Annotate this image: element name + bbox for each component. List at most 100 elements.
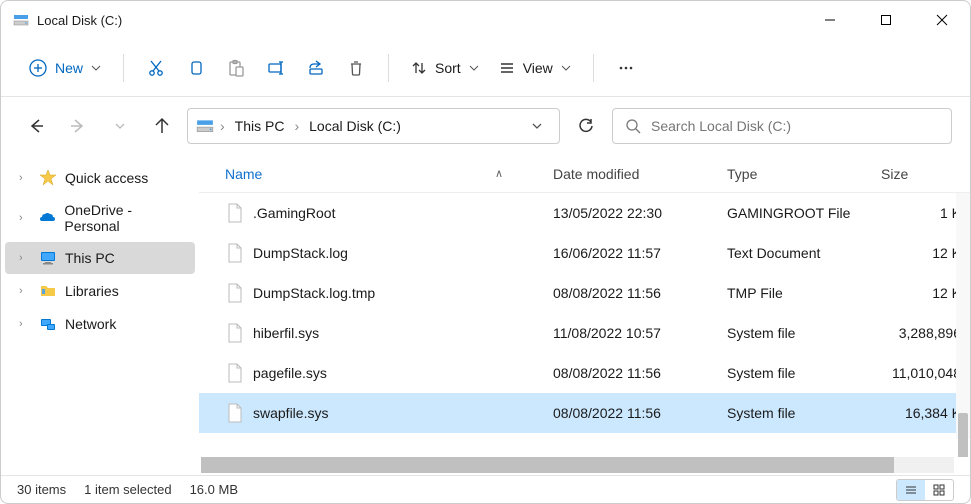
column-date[interactable]: Date modified: [553, 166, 727, 182]
file-icon: [225, 203, 245, 223]
paste-button[interactable]: [216, 50, 256, 86]
nav-icon: [39, 315, 57, 333]
breadcrumb-item[interactable]: This PC: [231, 116, 289, 136]
vertical-scrollbar[interactable]: [956, 193, 970, 439]
sort-asc-icon: ∧: [495, 167, 503, 180]
file-size: 16,384 K: [881, 405, 967, 421]
nav-item-network[interactable]: › Network: [5, 308, 195, 340]
file-row[interactable]: hiberfil.sys11/08/2022 10:57System file3…: [199, 313, 970, 353]
maximize-button[interactable]: [858, 1, 914, 39]
search-icon: [625, 118, 641, 134]
file-type: TMP File: [727, 285, 881, 301]
copy-button[interactable]: [176, 50, 216, 86]
file-row[interactable]: .GamingRoot13/05/2022 22:30GAMINGROOT Fi…: [199, 193, 970, 233]
nav-item-quick-access[interactable]: › Quick access: [5, 162, 195, 194]
file-type: System file: [727, 325, 881, 341]
file-icon: [225, 323, 245, 343]
scrollbar-thumb[interactable]: [201, 457, 894, 473]
file-type: Text Document: [727, 245, 881, 261]
rename-button[interactable]: [256, 50, 296, 86]
file-row[interactable]: DumpStack.log16/06/2022 11:57Text Docume…: [199, 233, 970, 273]
recent-button[interactable]: [103, 109, 137, 143]
window-title: Local Disk (C:): [37, 13, 802, 28]
file-icon: [225, 403, 245, 423]
chevron-right-icon: ›: [19, 285, 31, 297]
search-box[interactable]: [612, 108, 952, 144]
file-rows: .GamingRoot13/05/2022 22:30GAMINGROOT Fi…: [199, 193, 970, 457]
nav-icon: [38, 209, 56, 227]
navigation-pane: ›Quick access›OneDrive - Personal›This P…: [1, 155, 199, 475]
nav-label: Libraries: [65, 283, 119, 299]
details-view-button[interactable]: [897, 480, 925, 500]
file-type: GAMINGROOT File: [727, 205, 881, 221]
chevron-right-icon: ›: [220, 118, 225, 134]
sort-icon: [411, 60, 427, 76]
delete-button[interactable]: [336, 50, 376, 86]
view-label: View: [523, 60, 553, 76]
status-bar: 30 items 1 item selected 16.0 MB: [1, 475, 970, 503]
file-name: pagefile.sys: [253, 365, 553, 381]
sort-label: Sort: [435, 60, 461, 76]
thumbnails-view-button[interactable]: [925, 480, 953, 500]
file-date: 11/08/2022 10:57: [553, 325, 727, 341]
file-list: Name∧ Date modified Type Size .GamingRoo…: [199, 155, 970, 475]
view-button[interactable]: View: [489, 54, 581, 82]
file-row[interactable]: DumpStack.log.tmp08/08/2022 11:56TMP Fil…: [199, 273, 970, 313]
up-button[interactable]: [145, 109, 179, 143]
file-size: 12 K: [881, 285, 967, 301]
column-size[interactable]: Size: [881, 166, 947, 182]
chevron-right-icon: ›: [19, 172, 31, 184]
more-button[interactable]: [606, 50, 646, 86]
address-row: › This PC › Local Disk (C:): [1, 97, 970, 155]
minimize-button[interactable]: [802, 1, 858, 39]
nav-item-libraries[interactable]: › Libraries: [5, 275, 195, 307]
chevron-down-icon: [561, 63, 571, 73]
file-date: 16/06/2022 11:57: [553, 245, 727, 261]
chevron-down-icon: [91, 63, 101, 73]
chevron-right-icon: ›: [19, 252, 31, 264]
back-button[interactable]: [19, 109, 53, 143]
separator: [388, 54, 389, 82]
file-date: 08/08/2022 11:56: [553, 405, 727, 421]
file-icon: [225, 243, 245, 263]
separator: [593, 54, 594, 82]
forward-button[interactable]: [61, 109, 95, 143]
column-type[interactable]: Type: [727, 166, 881, 182]
file-row[interactable]: swapfile.sys08/08/2022 11:56System file1…: [199, 393, 970, 433]
scrollbar-thumb[interactable]: [958, 413, 968, 457]
nav-item-onedrive-personal[interactable]: ›OneDrive - Personal: [5, 195, 195, 241]
file-icon: [225, 363, 245, 383]
nav-label: Quick access: [65, 170, 148, 186]
file-name: DumpStack.log: [253, 245, 553, 261]
file-icon: [225, 283, 245, 303]
file-row[interactable]: pagefile.sys08/08/2022 11:56System file1…: [199, 353, 970, 393]
plus-circle-icon: [29, 59, 47, 77]
address-dropdown[interactable]: [523, 120, 551, 132]
file-size: 1 K: [881, 205, 967, 221]
drive-icon: [13, 12, 29, 28]
nav-icon: [39, 169, 57, 187]
horizontal-scrollbar[interactable]: [201, 457, 954, 473]
breadcrumb-item[interactable]: Local Disk (C:): [305, 116, 405, 136]
main: ›Quick access›OneDrive - Personal›This P…: [1, 155, 970, 475]
file-size: 12 K: [881, 245, 967, 261]
new-label: New: [55, 60, 83, 76]
file-name: .GamingRoot: [253, 205, 553, 221]
sort-button[interactable]: Sort: [401, 54, 489, 82]
chevron-right-icon: ›: [19, 318, 31, 330]
share-button[interactable]: [296, 50, 336, 86]
address-bar[interactable]: › This PC › Local Disk (C:): [187, 108, 560, 144]
chevron-down-icon: [469, 63, 479, 73]
nav-label: Network: [65, 316, 116, 332]
new-button[interactable]: New: [19, 53, 111, 83]
column-name[interactable]: Name∧: [225, 166, 553, 182]
search-input[interactable]: [651, 118, 939, 134]
view-icon: [499, 60, 515, 76]
chevron-right-icon: ›: [294, 118, 299, 134]
file-type: System file: [727, 405, 881, 421]
nav-label: OneDrive - Personal: [64, 202, 185, 234]
nav-item-this-pc[interactable]: ›This PC: [5, 242, 195, 274]
close-button[interactable]: [914, 1, 970, 39]
cut-button[interactable]: [136, 50, 176, 86]
refresh-button[interactable]: [568, 108, 604, 144]
